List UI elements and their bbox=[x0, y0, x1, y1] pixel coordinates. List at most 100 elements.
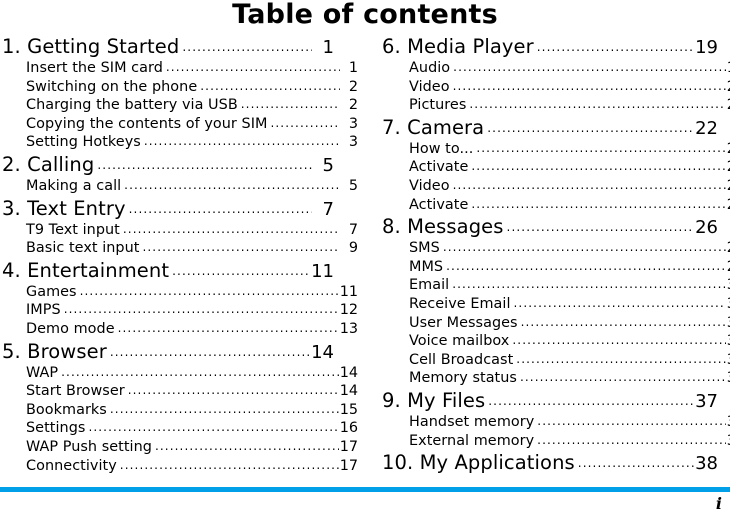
toc-entry-label: Copying the contents of your SIM bbox=[26, 115, 268, 132]
toc-entry-label: 1. Getting Started bbox=[2, 35, 180, 58]
toc-column-left: 1. Getting Started......................… bbox=[2, 34, 358, 475]
toc-entry[interactable]: Receive Email...........................… bbox=[382, 295, 730, 314]
toc-entry-label: SMS bbox=[409, 240, 440, 257]
toc-entry[interactable]: Video...................................… bbox=[382, 78, 730, 97]
toc-entry[interactable]: Pictures................................… bbox=[382, 96, 730, 115]
toc-entry[interactable]: Making a call...........................… bbox=[2, 177, 358, 196]
toc-entry[interactable]: Memory status...........................… bbox=[382, 369, 730, 388]
toc-entry[interactable]: Setting Hotkeys.........................… bbox=[2, 133, 358, 152]
toc-leader-dots: ........................................… bbox=[506, 221, 695, 234]
toc-leader-dots: ........................................… bbox=[142, 241, 340, 254]
toc-leader-dots: ........................................… bbox=[240, 98, 340, 111]
toc-entry-label: IMPS bbox=[26, 302, 61, 319]
toc-leader-dots: ........................................… bbox=[63, 303, 339, 316]
toc-leader-dots: ........................................… bbox=[270, 116, 340, 129]
toc-entry[interactable]: 5. Browser..............................… bbox=[2, 339, 334, 364]
toc-leader-dots: ........................................… bbox=[200, 79, 340, 92]
toc-entry-label: Setting Hotkeys bbox=[26, 134, 141, 151]
toc-leader-dots: ........................................… bbox=[487, 121, 694, 134]
toc-entry[interactable]: Start Browser...........................… bbox=[2, 382, 358, 401]
toc-leader-dots: ........................................… bbox=[79, 284, 339, 297]
toc-entry[interactable]: How to..................................… bbox=[382, 140, 730, 159]
toc-entry-page-number: 7 bbox=[348, 221, 358, 238]
toc-entry-page-number: 14 bbox=[339, 364, 358, 381]
toc-entry-label: Handset memory bbox=[409, 413, 535, 430]
toc-entry[interactable]: Settings................................… bbox=[2, 419, 358, 438]
toc-entry[interactable]: WAP.....................................… bbox=[2, 364, 358, 383]
toc-entry[interactable]: 8. Messages.............................… bbox=[382, 214, 718, 239]
toc-entry-page-number: 17 bbox=[339, 457, 358, 474]
toc-entry[interactable]: Cell Broadcast..........................… bbox=[382, 351, 730, 370]
toc-entry[interactable]: 3. Text Entry...........................… bbox=[2, 196, 334, 221]
toc-entry-page-number: 15 bbox=[339, 401, 358, 418]
toc-entry-page-number: 2 bbox=[348, 97, 358, 114]
toc-entry[interactable]: 6. Media Player.........................… bbox=[382, 34, 718, 59]
footer-rule bbox=[0, 487, 730, 492]
toc-entry[interactable]: Video...................................… bbox=[382, 177, 730, 196]
toc-entry-page-number: 22 bbox=[695, 117, 718, 139]
toc-entry[interactable]: Copying the contents of your SIM........… bbox=[2, 115, 358, 134]
toc-entry-label: Receive Email bbox=[409, 295, 511, 312]
toc-entry-label: 5. Browser bbox=[2, 339, 107, 363]
toc-leader-dots: ........................................… bbox=[452, 278, 726, 291]
toc-entry-page-number: 7 bbox=[322, 198, 334, 220]
toc-entry[interactable]: Voice mailbox...........................… bbox=[382, 332, 730, 351]
toc-entry[interactable]: Audio...................................… bbox=[382, 59, 730, 78]
toc-entry-page-number: 11 bbox=[339, 283, 358, 300]
toc-entry[interactable]: SMS.....................................… bbox=[382, 239, 730, 258]
toc-entry-label: Pictures bbox=[409, 97, 467, 114]
toc-entry[interactable]: T9 Text input...........................… bbox=[2, 221, 358, 240]
toc-entry-page-number: 5 bbox=[322, 154, 334, 176]
toc-entry-label: Settings bbox=[26, 420, 86, 437]
toc-entry-page-number: 37 bbox=[695, 390, 718, 412]
toc-entry[interactable]: 9. My Files.............................… bbox=[382, 388, 718, 413]
toc-entry[interactable]: Activate................................… bbox=[382, 158, 730, 177]
toc-entry-page-number: 14 bbox=[311, 341, 334, 363]
toc-entry[interactable]: WAP Push setting........................… bbox=[2, 438, 358, 457]
toc-entry-label: Games bbox=[26, 283, 77, 300]
toc-leader-dots: ........................................… bbox=[143, 135, 340, 148]
toc-leader-dots: ........................................… bbox=[122, 222, 340, 235]
toc-entry-label: 7. Camera bbox=[382, 115, 485, 139]
toc-entry[interactable]: 10. My Applications.....................… bbox=[382, 450, 718, 475]
toc-entry-label: 4. Entertainment bbox=[2, 258, 170, 282]
toc-entry[interactable]: User Messages...........................… bbox=[382, 314, 730, 333]
toc-entry[interactable]: IMPS....................................… bbox=[2, 301, 358, 320]
toc-entry[interactable]: Basic text input........................… bbox=[2, 239, 358, 258]
toc-entry[interactable]: External memory.........................… bbox=[382, 432, 730, 451]
toc-entry[interactable]: Bookmarks...............................… bbox=[2, 401, 358, 420]
toc-entry[interactable]: Handset memory..........................… bbox=[382, 413, 730, 432]
toc-entry-page-number: 11 bbox=[311, 260, 334, 282]
toc-leader-dots: ........................................… bbox=[117, 321, 339, 334]
toc-entry[interactable]: 4. Entertainment........................… bbox=[2, 258, 334, 283]
toc-entry[interactable]: Connectivity............................… bbox=[2, 457, 358, 476]
toc-leader-dots: ........................................… bbox=[537, 433, 726, 446]
toc-entry[interactable]: MMS.....................................… bbox=[382, 258, 730, 277]
toc-entry[interactable]: Email...................................… bbox=[382, 276, 730, 295]
toc-entry-label: Demo mode bbox=[26, 320, 115, 337]
toc-entry[interactable]: Activate................................… bbox=[382, 196, 730, 215]
toc-entry-page-number: 3 bbox=[348, 134, 358, 151]
toc-entry-label: Basic text input bbox=[26, 240, 140, 257]
toc-entry-page-number: 19 bbox=[695, 37, 718, 58]
toc-entry[interactable]: Demo mode...............................… bbox=[2, 320, 358, 339]
toc-entry[interactable]: 7. Camera...............................… bbox=[382, 115, 718, 140]
toc-leader-dots: ........................................… bbox=[154, 439, 339, 452]
toc-entry[interactable]: Switching on the phone..................… bbox=[2, 78, 358, 97]
toc-entry[interactable]: 2. Calling..............................… bbox=[2, 152, 334, 177]
toc-entry-page-number: 16 bbox=[339, 420, 358, 437]
toc-entry[interactable]: 1. Getting Started......................… bbox=[2, 34, 334, 59]
toc-leader-dots: ........................................… bbox=[488, 394, 694, 407]
toc-leader-dots: ........................................… bbox=[536, 41, 695, 53]
toc-leader-dots: ........................................… bbox=[109, 345, 311, 358]
toc-leader-dots: ........................................… bbox=[452, 178, 726, 191]
toc-entry[interactable]: Games...................................… bbox=[2, 283, 358, 302]
toc-entry-label: 8. Messages bbox=[382, 215, 504, 239]
toc-entry[interactable]: Charging the battery via USB............… bbox=[2, 96, 358, 115]
toc-leader-dots: ........................................… bbox=[513, 296, 726, 309]
toc-leader-dots: ........................................… bbox=[127, 384, 339, 397]
toc-entry-label: WAP bbox=[26, 364, 59, 381]
toc-leader-dots: ........................................… bbox=[537, 414, 725, 427]
toc-leader-dots: ........................................… bbox=[109, 402, 339, 415]
toc-entry[interactable]: Insert the SIM card.....................… bbox=[2, 59, 358, 78]
